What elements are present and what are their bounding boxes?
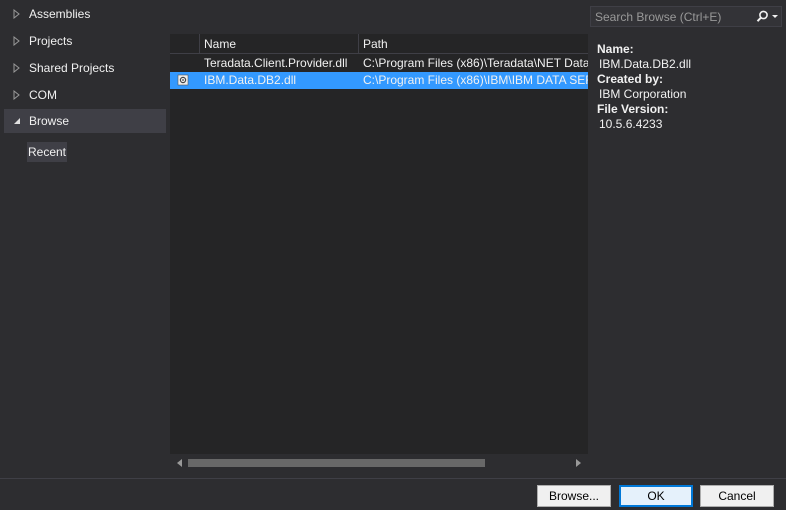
nav-item-label: Shared Projects (29, 61, 115, 75)
expand-arrow-icon[interactable] (8, 63, 26, 73)
list-row-selected[interactable]: IBM.Data.DB2.dll C:\Program Files (x86)\… (170, 72, 588, 89)
scroll-right-arrow-icon[interactable] (576, 459, 581, 467)
nav-subitem-recent[interactable]: Recent (27, 142, 67, 162)
file-version-label: File Version: (597, 102, 669, 116)
nav-item-label: COM (29, 88, 57, 102)
expand-arrow-icon[interactable] (8, 9, 26, 19)
cancel-button[interactable]: Cancel (700, 485, 774, 507)
details-panel: Name: IBM.Data.DB2.dll Created by: IBM C… (597, 42, 782, 132)
list-row[interactable]: Teradata.Client.Provider.dll C:\Program … (170, 55, 588, 72)
scrollbar-thumb[interactable] (188, 459, 485, 467)
search-input[interactable] (591, 7, 751, 26)
category-nav: Assemblies Projects Shared Projects COM … (0, 0, 168, 478)
created-by-label: Created by: (597, 72, 664, 86)
name-value: IBM.Data.DB2.dll (599, 57, 692, 71)
search-box (590, 6, 782, 27)
search-dropdown-button[interactable] (753, 7, 781, 26)
nav-item-browse[interactable]: Browse (4, 109, 166, 133)
file-path: C:\Program Files (x86)\Teradata\NET Data (363, 56, 588, 70)
file-name: IBM.Data.DB2.dll (204, 73, 297, 87)
file-path: C:\Program Files (x86)\IBM\IBM DATA SER (363, 73, 588, 87)
nav-item-com[interactable]: COM (4, 83, 166, 107)
nav-item-shared-projects[interactable]: Shared Projects (4, 56, 166, 80)
nav-item-label: Assemblies (29, 7, 91, 21)
expand-arrow-icon[interactable] (8, 36, 26, 46)
collapse-arrow-icon[interactable] (8, 116, 26, 126)
nav-item-assemblies[interactable]: Assemblies (4, 2, 166, 26)
file-name: Teradata.Client.Provider.dll (204, 56, 348, 70)
file-list: Name Path Teradata.Client.Provider.dll C… (170, 34, 588, 472)
nav-item-projects[interactable]: Projects (4, 29, 166, 53)
file-version-value: 10.5.6.4233 (599, 117, 663, 131)
ok-button[interactable]: OK (619, 485, 693, 507)
column-header-path[interactable]: Path (359, 34, 588, 54)
expand-arrow-icon[interactable] (8, 90, 26, 100)
name-label: Name: (597, 42, 634, 56)
nav-item-label: Projects (29, 34, 73, 48)
nav-item-label: Browse (29, 114, 70, 128)
dialog-footer: Browse... OK Cancel (0, 478, 786, 510)
list-header: Name Path (170, 34, 588, 54)
dll-file-icon (177, 74, 189, 86)
horizontal-scrollbar[interactable] (170, 454, 588, 472)
browse-button[interactable]: Browse... (537, 485, 611, 507)
created-by-value: IBM Corporation (599, 87, 687, 101)
scroll-left-arrow-icon[interactable] (177, 459, 182, 467)
column-header-name[interactable]: Name (200, 34, 358, 54)
